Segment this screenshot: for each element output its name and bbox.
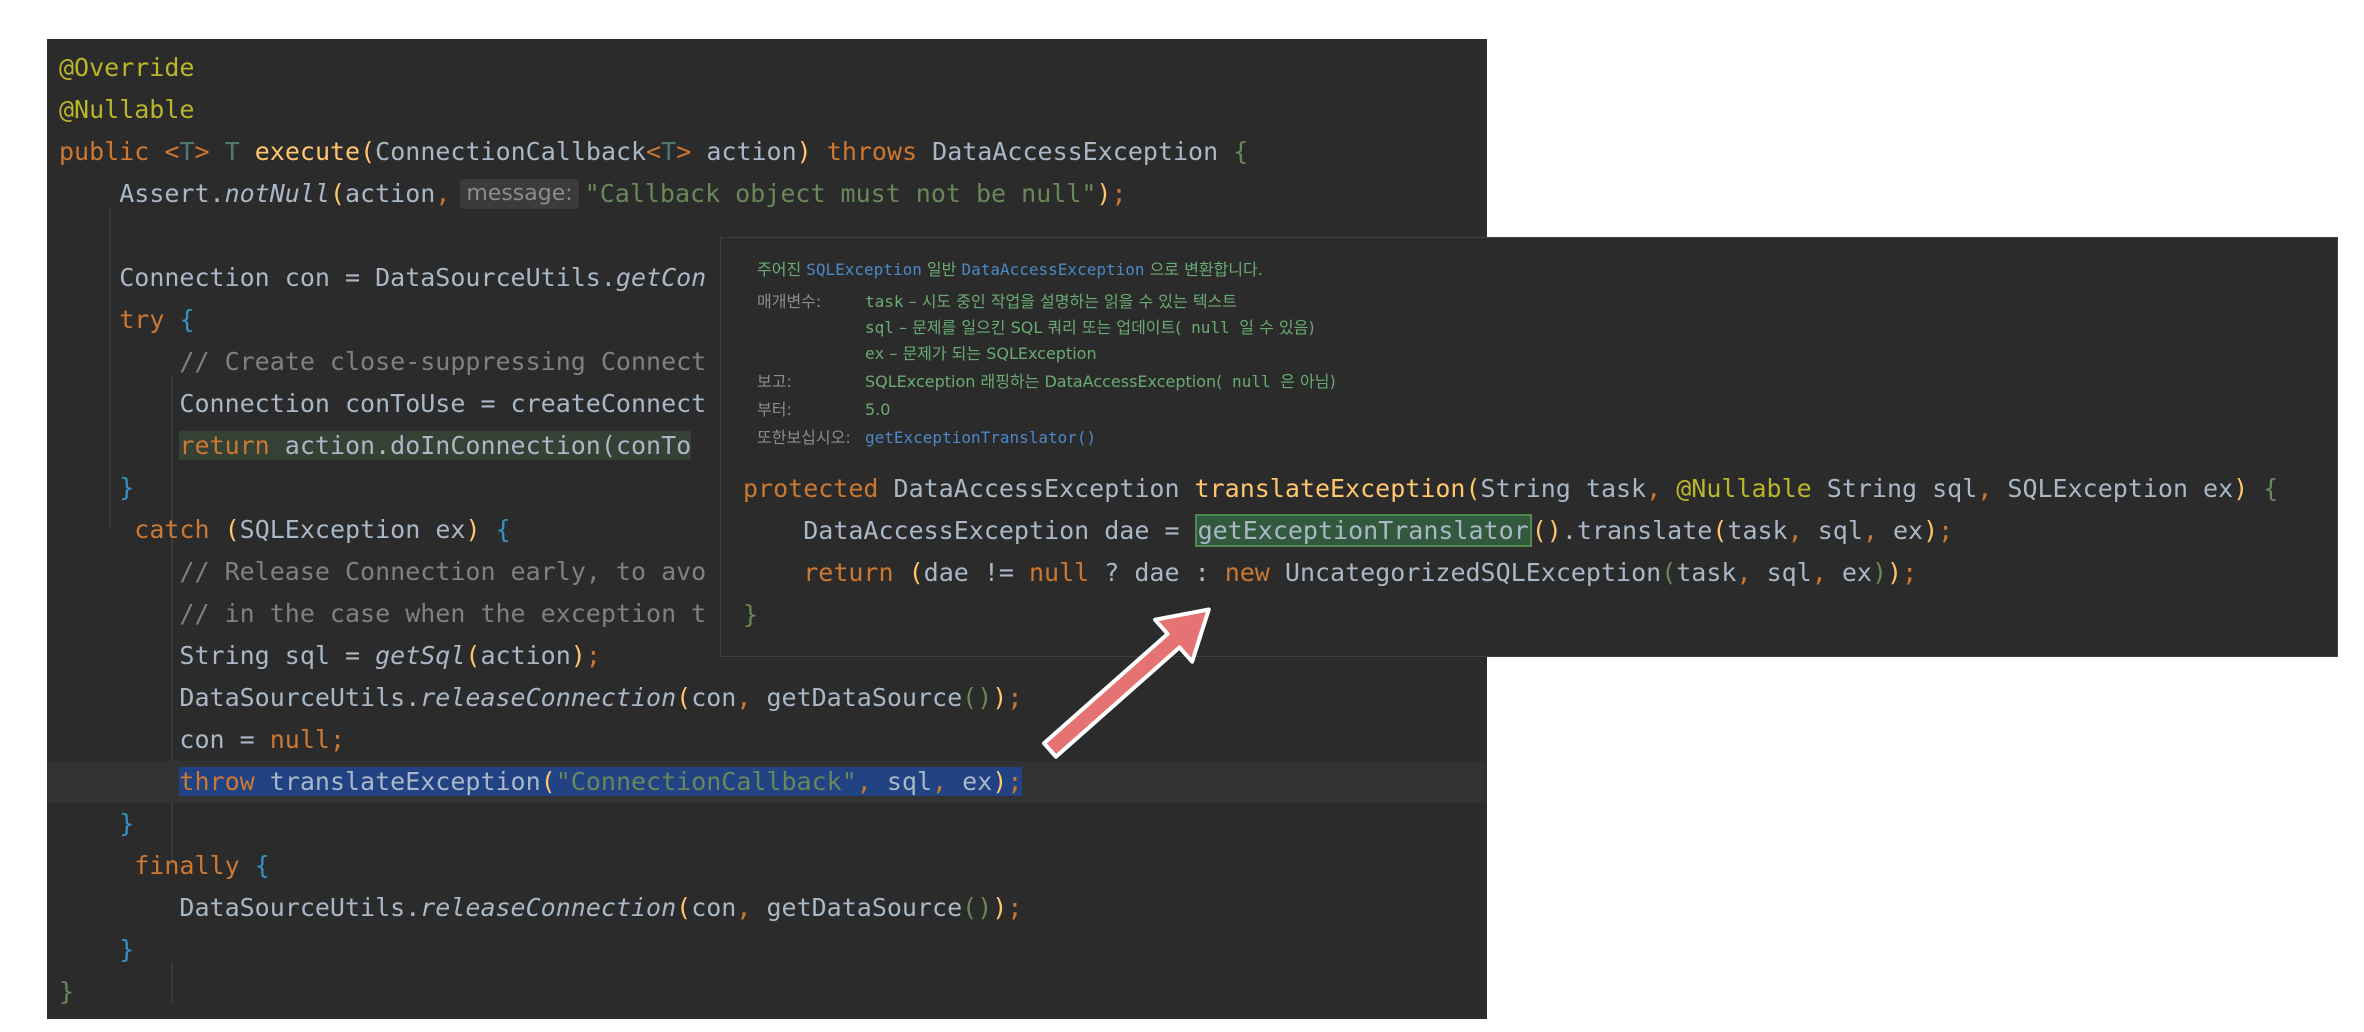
quick-documentation-popup[interactable]: 주어진 SQLException 일반 DataAccessException … xyxy=(720,237,2338,657)
code-line: } xyxy=(119,935,135,964)
code-line: @Nullable xyxy=(59,95,195,124)
doc-param: task – 시도 중인 작업을 설명하는 읽을 수 있는 텍스트 xyxy=(865,292,1237,311)
doc-param: ex – 문제가 되는 SQLException xyxy=(865,344,1097,363)
code-line: finally { xyxy=(134,851,270,880)
code-line: @Override xyxy=(59,53,195,82)
popup-code-line: } xyxy=(743,600,759,629)
code-line: } xyxy=(119,809,135,838)
code-line: } xyxy=(59,977,75,1006)
code-line: con = null; xyxy=(179,725,346,754)
doc-params-label: 매개변수: xyxy=(757,292,822,311)
current-code-line: throw translateException("ConnectionCall… xyxy=(47,761,1487,803)
parameter-hint: message: xyxy=(460,179,579,209)
code-line: DataSourceUtils.releaseConnection(con, g… xyxy=(179,893,1023,922)
popup-code-line: DataAccessException dae = getExceptionTr… xyxy=(803,514,1954,547)
doc-returns: SQLException 래핑하는 DataAccessException( n… xyxy=(865,372,1336,391)
highlighted-method-call[interactable]: getExceptionTranslator xyxy=(1194,514,1532,547)
code-line: DataSourceUtils.releaseConnection(con, g… xyxy=(179,683,1023,712)
see-also-link[interactable]: getExceptionTranslator() xyxy=(865,424,1096,452)
doc-returns-label: 보고: xyxy=(757,372,792,391)
pointer-arrow-icon xyxy=(1042,607,1211,759)
popup-code-line: protected DataAccessException translateE… xyxy=(743,474,2279,503)
doc-since-label: 부터: xyxy=(757,400,792,419)
code-line: Assert.notNull(action, message: "Callback … xyxy=(119,179,1127,209)
doc-param: sql – 문제를 일으킨 SQL 쿼리 또는 업데이트( null 일 수 있… xyxy=(865,318,1315,337)
selected-statement: throw translateException("ConnectionCall… xyxy=(179,767,1023,796)
code-line: public <T> T execute(ConnectionCallback<… xyxy=(59,137,1249,166)
doc-see-label: 또한보십시오: xyxy=(757,428,851,447)
doc-since: 5.0 xyxy=(865,400,891,419)
popup-code-line: return (dae != null ? dae : new Uncatego… xyxy=(803,558,1918,587)
doc-summary: 주어진 SQLException 일반 DataAccessException … xyxy=(757,260,1263,279)
